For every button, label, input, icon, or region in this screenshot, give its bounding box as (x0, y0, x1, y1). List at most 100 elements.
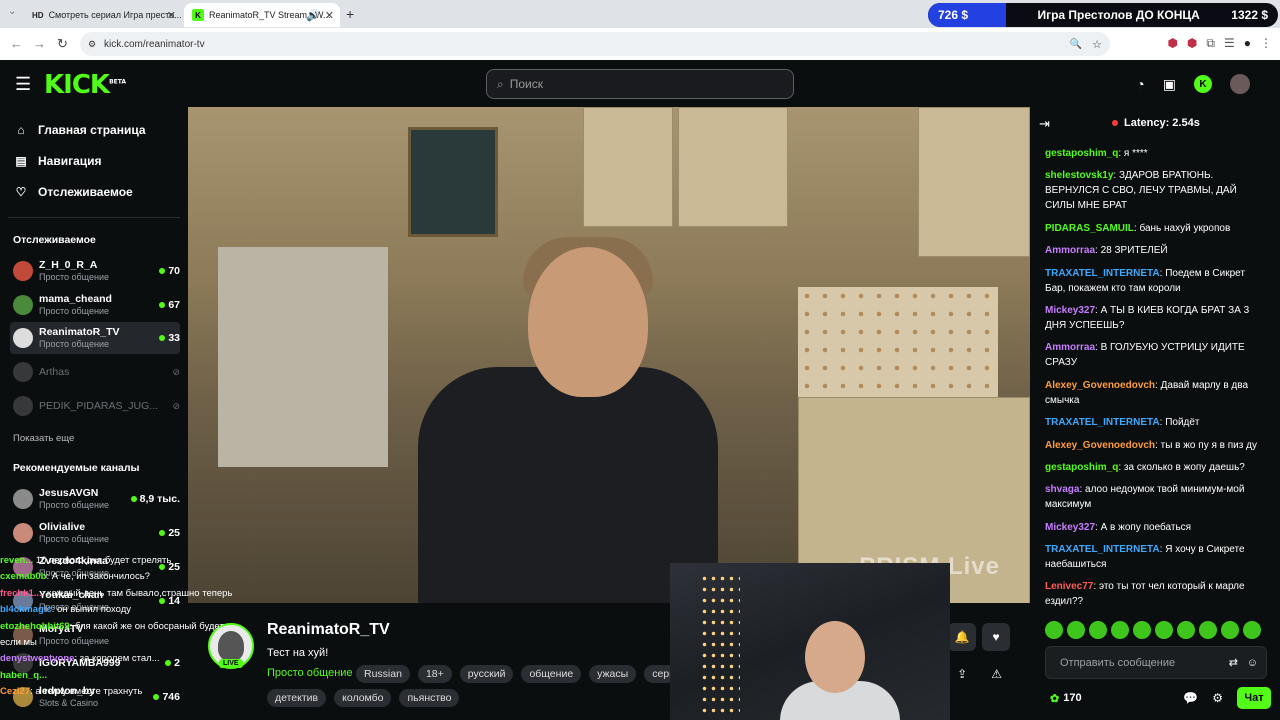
avatar (13, 261, 33, 281)
emote-icon[interactable] (1067, 621, 1085, 639)
streamer-name[interactable]: ReanimatoR_TV (267, 621, 390, 639)
site-info-icon[interactable]: ⚙ (88, 39, 96, 50)
emote-icon[interactable] (1221, 621, 1239, 639)
video-scene (918, 107, 1030, 257)
back-icon[interactable]: ← (10, 36, 23, 51)
tab-kick-stream[interactable]: K ReanimatoR_TV Stream - W... 🔊 ✕ (184, 3, 340, 27)
chat-panel: ⇥ Latency: 2.54s gestaposhim_q: я **** s… (1032, 107, 1280, 720)
tag[interactable]: пьянство (399, 689, 460, 707)
avatar (13, 653, 33, 673)
chat-username[interactable]: gestaposhim_q (1045, 148, 1118, 159)
emote-icon[interactable] (1243, 621, 1261, 639)
channel-item[interactable]: ledpton_by Slots & Casino 746 (10, 681, 180, 713)
extension-icon[interactable]: ⬢ (1187, 36, 1197, 51)
speaker-icon[interactable]: 🔊 (306, 9, 320, 22)
emote-icon[interactable] (1177, 621, 1195, 639)
video-player[interactable]: PRISM Live (188, 107, 1030, 603)
tag[interactable]: Russian (356, 665, 410, 683)
emote-icon[interactable] (1199, 621, 1217, 639)
avatar (13, 489, 33, 509)
reload-icon[interactable]: ↻ (57, 36, 68, 52)
close-icon[interactable]: ✕ (167, 9, 176, 22)
tag[interactable]: ужасы (589, 665, 637, 683)
share-icon[interactable]: ⇪ (957, 667, 967, 681)
emote-icon[interactable] (1155, 621, 1173, 639)
notifications-icon[interactable]: ◔ (1136, 76, 1144, 92)
tag[interactable]: 18+ (417, 665, 452, 683)
channel-item[interactable]: JesusAVGN Просто общение 8,9 тыс. (10, 483, 180, 515)
chat-username[interactable]: TRAXATEL_INTERNETA (1045, 544, 1160, 555)
chat-username[interactable]: Mickey327 (1045, 522, 1095, 533)
tag[interactable]: детектив (267, 689, 327, 707)
viewer-count-text: 2 (174, 657, 180, 669)
more-menu-icon[interactable]: ⋮ (1260, 36, 1272, 51)
channel-item[interactable]: Olivialive Просто общение 25 (10, 517, 180, 549)
url-field[interactable]: ⚙ kick.com/reanimator-tv 🔍 ☆ (80, 32, 1110, 56)
send-chat-button[interactable]: Чат (1237, 687, 1271, 709)
kick-points-icon[interactable]: K (1194, 75, 1212, 93)
channel-item[interactable]: Z_H_0_R_A Просто общение 70 (10, 255, 180, 287)
chat-message-input[interactable]: Отправить сообщение ⇄ ☺ (1045, 646, 1267, 679)
emote-icon[interactable] (1111, 621, 1129, 639)
tab-search-icon[interactable]: ⌄ (8, 6, 16, 17)
emote-icon[interactable] (1133, 621, 1151, 639)
avatar (13, 523, 33, 543)
emote-icon[interactable] (1045, 621, 1063, 639)
chat-username[interactable]: Ammorraa (1045, 342, 1095, 353)
tag[interactable]: русский (459, 665, 514, 683)
channel-points[interactable]: ✿ 170 (1050, 692, 1082, 705)
forward-icon[interactable]: → (33, 36, 46, 51)
channel-item[interactable]: Arthas ⊘ (10, 356, 180, 388)
channel-item[interactable]: mama_cheand Просто общение 67 (10, 289, 180, 321)
menu-icon[interactable]: ☰ (15, 74, 31, 95)
profile-icon[interactable]: ● (1244, 36, 1251, 51)
tag[interactable]: общение (521, 665, 582, 683)
chat-username[interactable]: TRAXATEL_INTERNETA (1045, 417, 1160, 428)
channel-item[interactable]: Youkai_chan Просто общение 14 (10, 585, 180, 617)
tag[interactable]: коломбо (334, 689, 392, 707)
chat-username[interactable]: Alexey_Govenoedovch (1045, 440, 1155, 451)
collapse-chat-icon[interactable]: ⇥ (1039, 116, 1050, 132)
tab-game-of-thrones[interactable]: HD Смотреть сериал Игра престо... ✕ (24, 3, 182, 27)
chat-username[interactable]: TRAXATEL_INTERNETA (1045, 268, 1160, 279)
chat-username[interactable]: Lenivec77 (1045, 581, 1093, 592)
chat-username[interactable]: gestaposhim_q (1045, 462, 1118, 473)
emote-icon[interactable] (1089, 621, 1107, 639)
chat-username[interactable]: shvaga (1045, 484, 1079, 495)
sidebar-item-home[interactable]: ⌂ Главная страница (14, 123, 145, 137)
sidebar-item-browse[interactable]: ▤ Навигация (14, 154, 101, 168)
show-more-link[interactable]: Показать еще (13, 433, 74, 444)
chat-username[interactable]: PIDARAS_SAMUIL (1045, 223, 1134, 234)
bookmark-star-icon[interactable]: ☆ (1092, 38, 1102, 51)
settings-gear-icon[interactable]: ⚙ (1212, 691, 1223, 705)
reading-list-icon[interactable]: ☰ (1224, 36, 1235, 51)
channel-item[interactable]: Zvezdo4kinaa Просто общение 25 (10, 551, 180, 583)
extension-icon[interactable]: ⬢ (1167, 36, 1177, 51)
kick-logo[interactable]: KICKBETA (44, 70, 126, 100)
chat-username[interactable]: Alexey_Govenoedovch (1045, 380, 1155, 391)
channel-item[interactable]: IGORYAMBA999 2 (10, 647, 180, 679)
emoji-icon[interactable]: ☺ (1247, 657, 1258, 669)
zoom-icon[interactable]: 🔍 (1070, 39, 1082, 50)
new-tab-button[interactable]: + (346, 6, 354, 22)
chat-message: Alexey_Govenoedovch: Давай марлу в два с… (1045, 379, 1249, 406)
channel-item[interactable]: ReanimatoR_TV Просто общение 33 (10, 322, 180, 354)
sidebar-item-following[interactable]: ♡ Отслеживаемое (14, 185, 133, 199)
chat-username[interactable]: shelestovsk1y (1045, 170, 1113, 181)
avatar (13, 295, 33, 315)
puzzle-icon[interactable]: ⧉ (1206, 36, 1215, 51)
notification-bell-button[interactable]: 🔔 (948, 623, 976, 651)
chat-bubble-icon[interactable]: 💬 (1183, 691, 1198, 705)
channel-item[interactable]: PEDIK_PIDARAS_JUG... ⊘ (10, 390, 180, 422)
chat-username[interactable]: Mickey327 (1045, 305, 1095, 316)
translate-icon[interactable]: ⇄ (1229, 656, 1238, 669)
follow-heart-button[interactable]: ♥ (982, 623, 1010, 651)
close-icon[interactable]: ✕ (325, 9, 334, 22)
search-input[interactable]: ⌕ Поиск (486, 69, 794, 99)
report-icon[interactable]: ⚠ (991, 667, 1002, 681)
stream-category[interactable]: Просто общение (267, 667, 353, 679)
chat-username[interactable]: Ammorraa (1045, 245, 1095, 256)
browse-icon[interactable]: ▣ (1163, 76, 1176, 93)
divider (8, 217, 180, 218)
user-avatar[interactable] (1230, 74, 1250, 94)
